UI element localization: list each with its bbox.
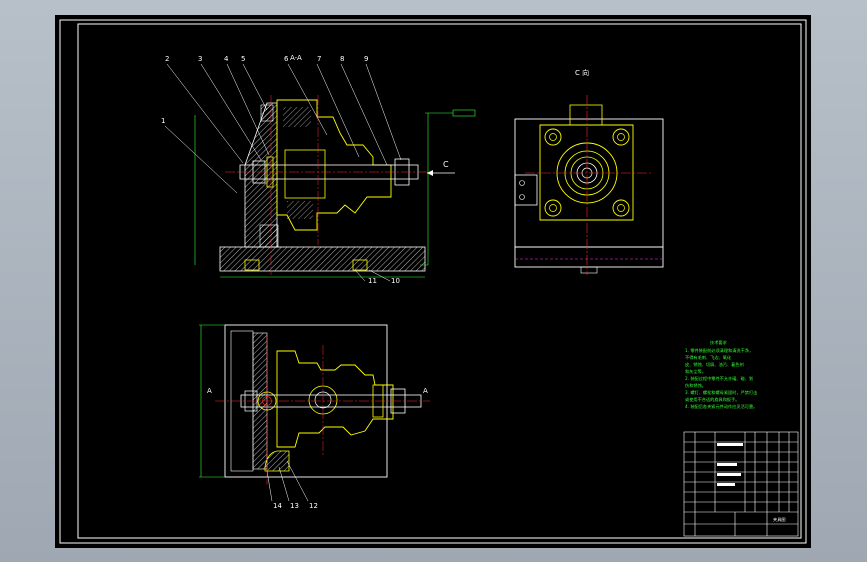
cut-letter-left: A — [207, 387, 212, 395]
tech-line-7: 3. 螺钉、螺栓和螺母紧固时，严禁打击 — [685, 389, 757, 396]
balloon-8: 8 — [340, 55, 344, 63]
balloon-14: 14 — [273, 502, 282, 510]
balloon-9: 9 — [364, 55, 368, 63]
inner-frame — [77, 23, 802, 539]
tech-requirements: 技术要求 1. 零件装配前必须清理和清洗干净， 不得有毛刺、飞边、氧化 皮、锈蚀… — [685, 339, 757, 410]
workpiece-hatch-bot — [287, 201, 313, 219]
view-arrow-label: C — [443, 160, 449, 169]
side-base — [514, 246, 664, 268]
side-flange — [539, 124, 634, 221]
support-rib — [259, 224, 279, 248]
balloon-6: 6 — [284, 55, 289, 63]
workpiece-hatch-top — [283, 107, 311, 127]
drawing-name: 夹具图 — [773, 516, 786, 523]
balloon-13: 13 — [290, 502, 299, 510]
side-view — [514, 95, 664, 275]
tech-line-8: 或使用不合适的旋具和扳手。 — [685, 396, 739, 403]
balloon-11: 11 — [368, 277, 377, 285]
plan-workpiece — [276, 350, 394, 448]
cut-letter-right: A — [423, 387, 428, 395]
tech-line-9: 4. 装配后各夹紧元件动作应灵活可靠。 — [685, 403, 757, 410]
balloon-12: 12 — [309, 502, 318, 510]
base-plate — [219, 246, 426, 272]
balloon-7: 7 — [317, 55, 321, 63]
balloon-1: 1 — [161, 117, 165, 125]
front-section-view — [164, 63, 476, 282]
balloon-5: 5 — [241, 55, 245, 63]
plan-clamp — [264, 450, 290, 472]
tech-line-5: 2. 装配过程中零件不允许磕、碰、划 — [685, 375, 753, 382]
tech-line-4: 和灰尘等。 — [685, 368, 706, 375]
balloon-3: 3 — [198, 55, 202, 63]
tech-line-3: 皮、锈蚀、切屑、油污、着色剂 — [685, 361, 744, 368]
plan-view — [199, 324, 430, 502]
section-label: A-A — [290, 54, 302, 62]
view-label: C 向 — [575, 68, 589, 77]
tech-line-2: 不得有毛刺、飞边、氧化 — [685, 354, 732, 361]
balloon-10: 10 — [391, 277, 400, 285]
outer-frame — [59, 19, 807, 544]
drawing-sheet: A-A 1 2 3 4 5 6 7 8 9 11 10 C C 向 A A 14… — [59, 19, 807, 544]
tech-title: 技术要求 — [710, 339, 728, 346]
tech-line-1: 1. 零件装配前必须清理和清洗干净， — [685, 347, 753, 354]
balloon-4: 4 — [224, 55, 229, 63]
side-clamp — [514, 174, 538, 206]
tech-line-6: 伤和锈蚀。 — [685, 382, 706, 389]
workpiece-bore — [284, 149, 326, 199]
drawing-canvas[interactable]: A-A 1 2 3 4 5 6 7 8 9 11 10 C C 向 A A 14… — [55, 15, 811, 548]
cad-viewport[interactable]: A-A 1 2 3 4 5 6 7 8 9 11 10 C C 向 A A 14… — [0, 0, 867, 562]
balloon-2: 2 — [165, 55, 169, 63]
